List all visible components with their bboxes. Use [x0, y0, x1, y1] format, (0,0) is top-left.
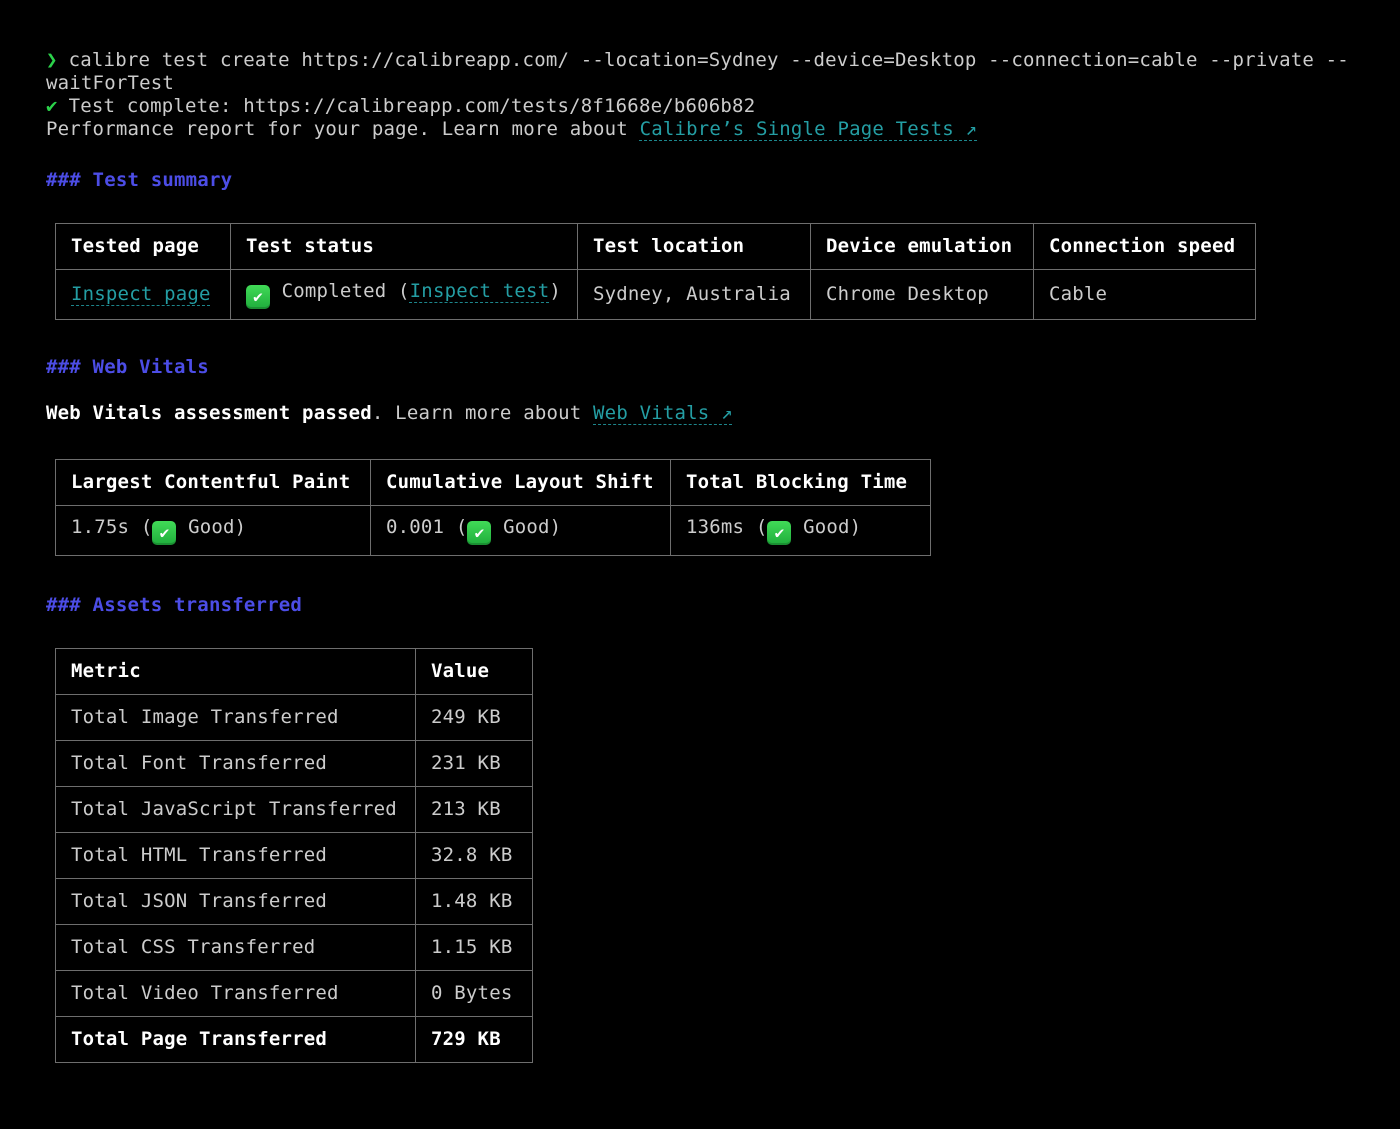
web-vitals-data-row: 1.75s (✔ Good) 0.001 (✔ Good) 136ms (✔ G… [56, 506, 931, 556]
metric-cell: Total Image Transferred [56, 695, 416, 741]
tbt-rating: Good) [791, 516, 861, 538]
value-cell: 1.48 KB [416, 879, 533, 925]
test-summary-data-row: Inspect page ✔ Completed (Inspect test) … [56, 270, 1256, 320]
value-cell: 231 KB [416, 741, 533, 787]
col-header-lcp: Largest Contentful Paint [56, 460, 371, 506]
metric-cell: Total JavaScript Transferred [56, 787, 416, 833]
col-header-connection-speed: Connection speed [1034, 224, 1256, 270]
assessment-passed-text: Web Vitals assessment passed [46, 402, 372, 424]
value-cell: 32.8 KB [416, 833, 533, 879]
table-row: Total JSON Transferred 1.48 KB [56, 879, 533, 925]
metric-cell: Total HTML Transferred [56, 833, 416, 879]
test-summary-header-row: Tested page Test status Test location De… [56, 224, 1256, 270]
metric-cell: Total CSS Transferred [56, 925, 416, 971]
assessment-rest-text: . Learn more about [372, 402, 593, 424]
report-line: Performance report for your page. Learn … [46, 118, 1354, 141]
table-row: Total CSS Transferred 1.15 KB [56, 925, 533, 971]
assets-header-row: Metric Value [56, 649, 533, 695]
result-line: ✔ Test complete: https://calibreapp.com/t… [46, 95, 1354, 118]
tbt-value-cell: 136ms (✔ Good) [671, 506, 931, 556]
col-header-value: Value [416, 649, 533, 695]
status-text: Completed ( [270, 280, 410, 302]
section-heading-assets-transferred: ### Assets transferred [46, 594, 1354, 617]
value-cell: 1.15 KB [416, 925, 533, 971]
col-header-test-status: Test status [231, 224, 578, 270]
check-emoji-icon: ✔ [467, 521, 491, 545]
lcp-value-cell: 1.75s (✔ Good) [56, 506, 371, 556]
connection-speed-cell: Cable [1034, 270, 1256, 320]
status-close-paren: ) [549, 280, 561, 302]
metric-cell: Total JSON Transferred [56, 879, 416, 925]
report-prefix: Performance report for your page. Learn … [46, 118, 640, 140]
command-line-wrap: waitForTest [46, 72, 1354, 95]
web-vitals-link[interactable]: Web Vitals ↗ [593, 402, 733, 424]
value-cell: 213 KB [416, 787, 533, 833]
test-status-cell: ✔ Completed (Inspect test) [231, 270, 578, 320]
prompt-icon: ❯ [46, 49, 58, 71]
inspect-test-link[interactable]: Inspect test [410, 280, 550, 302]
terminal-output: ❯ calibre test create https://calibreapp.… [0, 0, 1400, 1103]
test-summary-table: Tested page Test status Test location De… [55, 223, 1256, 320]
lcp-rating: Good) [176, 516, 246, 538]
metric-cell: Total Video Transferred [56, 971, 416, 1017]
cls-value-cell: 0.001 (✔ Good) [371, 506, 671, 556]
table-row: Total Font Transferred 231 KB [56, 741, 533, 787]
section-heading-web-vitals: ### Web Vitals [46, 356, 1354, 379]
command-text: calibre test create https://calibreapp.c… [69, 49, 1349, 71]
col-header-device-emulation: Device emulation [811, 224, 1034, 270]
metric-cell-total: Total Page Transferred [56, 1017, 416, 1063]
col-header-tested-page: Tested page [56, 224, 231, 270]
assets-transferred-table: Metric Value Total Image Transferred 249… [55, 648, 533, 1063]
table-row: Total HTML Transferred 32.8 KB [56, 833, 533, 879]
inspect-page-link[interactable]: Inspect page [71, 283, 211, 305]
metric-cell: Total Font Transferred [56, 741, 416, 787]
table-row-total: Total Page Transferred 729 KB [56, 1017, 533, 1063]
success-check-icon: ✔ [46, 95, 58, 117]
cls-rating: Good) [491, 516, 561, 538]
col-header-test-location: Test location [578, 224, 811, 270]
value-cell: 249 KB [416, 695, 533, 741]
table-row: Total Video Transferred 0 Bytes [56, 971, 533, 1017]
tested-page-cell: Inspect page [56, 270, 231, 320]
col-header-tbt: Total Blocking Time [671, 460, 931, 506]
web-vitals-assessment: Web Vitals assessment passed. Learn more… [46, 402, 1354, 425]
value-cell: 0 Bytes [416, 971, 533, 1017]
device-emulation-cell: Chrome Desktop [811, 270, 1034, 320]
test-location-cell: Sydney, Australia [578, 270, 811, 320]
lcp-value: 1.75s ( [71, 516, 152, 538]
table-row: Total JavaScript Transferred 213 KB [56, 787, 533, 833]
web-vitals-table: Largest Contentful Paint Cumulative Layo… [55, 459, 931, 556]
table-row: Total Image Transferred 249 KB [56, 695, 533, 741]
section-heading-test-summary: ### Test summary [46, 169, 1354, 192]
result-text: Test complete: https://calibreapp.com/te… [69, 95, 756, 117]
single-page-tests-link[interactable]: Calibre’s Single Page Tests ↗ [640, 118, 978, 140]
check-emoji-icon: ✔ [767, 521, 791, 545]
web-vitals-header-row: Largest Contentful Paint Cumulative Layo… [56, 460, 931, 506]
tbt-value: 136ms ( [686, 516, 767, 538]
value-cell-total: 729 KB [416, 1017, 533, 1063]
check-emoji-icon: ✔ [246, 285, 270, 309]
col-header-metric: Metric [56, 649, 416, 695]
command-line: ❯ calibre test create https://calibreapp.… [46, 49, 1354, 72]
cls-value: 0.001 ( [386, 516, 467, 538]
col-header-cls: Cumulative Layout Shift [371, 460, 671, 506]
check-emoji-icon: ✔ [152, 521, 176, 545]
